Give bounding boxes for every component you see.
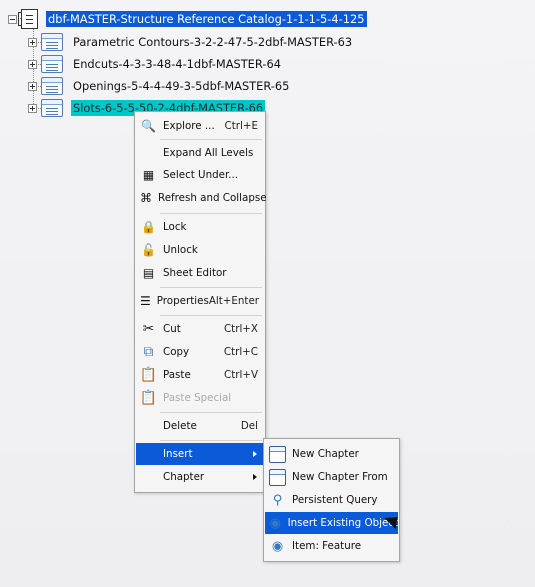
- submenu-item-label: New Chapter: [292, 448, 359, 460]
- menu-separator: [160, 440, 262, 441]
- menu-item-label: Select Under...: [163, 169, 239, 181]
- menu-item-lock[interactable]: 🔒 Lock: [136, 216, 264, 238]
- tree-child-label[interactable]: Parametric Contours-3-2-2-47-5-2dbf-MAST…: [71, 34, 354, 50]
- menu-item-label: Refresh and Collapse: [158, 192, 267, 204]
- menu-item-properties[interactable]: ☰ Properties Alt+Enter: [136, 290, 264, 312]
- submenu-item-persistent-query[interactable]: ⚲ Persistent Query: [265, 489, 398, 511]
- menu-item-shortcut: Ctrl+E: [224, 120, 258, 132]
- collapse-toggle[interactable]: [8, 14, 17, 24]
- submenu-item-label: Item: Feature: [292, 540, 362, 552]
- menu-item-refresh-collapse[interactable]: ⌘ Refresh and Collapse: [136, 187, 267, 209]
- refresh-collapse-icon: ⌘: [140, 191, 152, 205]
- select-under-icon: ▦: [142, 168, 155, 182]
- chapter-folder-icon: [41, 99, 63, 117]
- tree-child-label[interactable]: Openings-5-4-4-49-3-5dbf-MASTER-65: [71, 78, 291, 94]
- chapter-folder-icon: [41, 33, 63, 51]
- tree-root-node[interactable]: dbf-MASTER-Structure Reference Catalog-1…: [8, 9, 367, 29]
- menu-item-explore[interactable]: 🔍 Explore ... Ctrl+E: [136, 115, 264, 137]
- menu-separator: [160, 213, 262, 214]
- menu-item-chapter[interactable]: Chapter: [136, 466, 264, 488]
- expand-toggle[interactable]: [28, 37, 37, 47]
- menu-item-label: Sheet Editor: [163, 267, 227, 279]
- properties-icon: ☰: [140, 294, 151, 308]
- menu-item-shortcut: Del: [240, 420, 258, 432]
- menu-item-label: Copy: [163, 346, 190, 358]
- chapter-folder-icon: [41, 55, 63, 73]
- context-menu: 🔍 Explore ... Ctrl+E Expand All Levels ▦…: [134, 111, 267, 493]
- tree-child-label[interactable]: Endcuts-4-3-3-48-4-1dbf-MASTER-64: [71, 56, 283, 72]
- unlock-icon: 🔓: [141, 243, 156, 257]
- new-chapter-from-icon: [269, 468, 286, 486]
- submenu-item-insert-existing-object[interactable]: ◉ Insert Existing Object: [265, 512, 398, 534]
- empty-icon-slot: [140, 469, 157, 486]
- paste-special-icon: 📋: [139, 390, 158, 406]
- submenu-arrow-icon: [253, 451, 257, 457]
- menu-separator: [160, 315, 262, 316]
- menu-separator: [160, 287, 262, 288]
- menu-item-sheet-editor[interactable]: ▤ Sheet Editor: [136, 262, 264, 284]
- item-feature-icon: ◉: [271, 538, 284, 554]
- empty-icon-slot: [140, 145, 157, 162]
- menu-item-unlock[interactable]: 🔓 Unlock: [136, 239, 264, 261]
- menu-separator: [160, 139, 262, 140]
- expand-toggle[interactable]: [28, 103, 37, 113]
- menu-item-shortcut: Alt+Enter: [208, 295, 260, 307]
- menu-item-label: Explore ...: [163, 120, 215, 132]
- empty-icon-slot: [140, 446, 157, 463]
- lock-icon: 🔒: [141, 220, 156, 234]
- menu-item-shortcut: Ctrl+C: [223, 346, 258, 358]
- menu-item-label: Paste Special: [163, 392, 232, 404]
- submenu-item-item-feature[interactable]: ◉ Item: Feature: [265, 535, 398, 557]
- expand-toggle[interactable]: [28, 59, 37, 69]
- submenu-item-new-chapter-from[interactable]: New Chapter From: [265, 466, 398, 488]
- menu-item-insert[interactable]: Insert: [136, 443, 264, 465]
- menu-item-shortcut: Ctrl+V: [224, 369, 258, 381]
- menu-item-label: Chapter: [163, 471, 205, 483]
- menu-item-copy[interactable]: ⧉ Copy Ctrl+C: [136, 341, 264, 363]
- menu-separator: [160, 412, 262, 413]
- menu-item-label: Expand All Levels: [163, 147, 254, 159]
- menu-item-select-under[interactable]: ▦ Select Under...: [136, 164, 264, 186]
- tree-child-node[interactable]: Parametric Contours-3-2-2-47-5-2dbf-MAST…: [28, 32, 354, 52]
- explore-icon: 🔍: [141, 119, 156, 133]
- empty-icon-slot: [140, 418, 157, 435]
- persistent-query-icon: ⚲: [272, 492, 283, 508]
- paste-icon: 📋: [139, 367, 158, 383]
- insert-existing-object-icon: ◉: [269, 515, 281, 531]
- submenu-item-new-chapter[interactable]: New Chapter: [265, 443, 398, 465]
- submenu-item-label: Insert Existing Object: [287, 517, 398, 529]
- tree-child-node[interactable]: Endcuts-4-3-3-48-4-1dbf-MASTER-64: [28, 54, 283, 74]
- menu-item-label: Unlock: [163, 244, 198, 256]
- submenu-arrow-icon: [253, 474, 257, 480]
- cut-icon: ✂: [142, 321, 155, 337]
- menu-item-paste-special: 📋 Paste Special: [136, 387, 264, 409]
- submenu-item-label: New Chapter From: [292, 471, 388, 483]
- menu-item-label: Properties: [156, 295, 209, 307]
- menu-item-label: Paste: [163, 369, 191, 381]
- chapter-folder-icon: [41, 77, 63, 95]
- menu-item-label: Lock: [163, 221, 187, 233]
- submenu-item-label: Persistent Query: [292, 494, 378, 506]
- menu-item-label: Delete: [163, 420, 197, 432]
- tree-root-label[interactable]: dbf-MASTER-Structure Reference Catalog-1…: [46, 11, 367, 27]
- new-chapter-icon: [269, 445, 286, 463]
- copy-icon: ⧉: [143, 344, 154, 360]
- menu-item-cut[interactable]: ✂ Cut Ctrl+X: [136, 318, 264, 340]
- insert-submenu: New Chapter New Chapter From ⚲ Persisten…: [263, 438, 400, 562]
- tree-child-node[interactable]: Openings-5-4-4-49-3-5dbf-MASTER-65: [28, 76, 291, 96]
- expand-toggle[interactable]: [28, 81, 37, 91]
- menu-item-label: Cut: [163, 323, 181, 335]
- catalog-root-icon: [18, 9, 38, 29]
- menu-item-delete[interactable]: Delete Del: [136, 415, 264, 437]
- sheet-editor-icon: ▤: [142, 266, 155, 280]
- menu-item-label: Insert: [163, 448, 193, 460]
- menu-item-expand-all-levels[interactable]: Expand All Levels: [136, 142, 264, 164]
- menu-item-shortcut: Ctrl+X: [223, 323, 258, 335]
- menu-item-paste[interactable]: 📋 Paste Ctrl+V: [136, 364, 264, 386]
